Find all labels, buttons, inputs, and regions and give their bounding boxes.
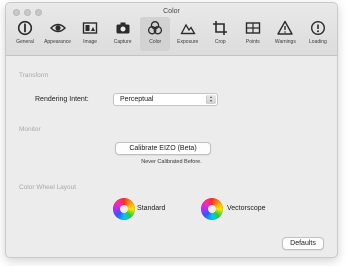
window-title: Color — [163, 8, 180, 15]
tab-color[interactable]: Color — [140, 17, 171, 51]
tab-crop[interactable]: Crop — [205, 17, 235, 51]
calibrate-eizo-button[interactable]: Calibrate EIZO (Beta) — [115, 142, 211, 155]
loading-icon — [310, 20, 325, 36]
tab-appearance[interactable]: Appearance — [43, 17, 73, 51]
warning-icon — [277, 20, 294, 35]
tab-label: Capture — [113, 39, 132, 45]
tab-label: Warnings — [274, 39, 296, 45]
calibration-status: Never Calibrated Before. — [141, 159, 202, 165]
tab-loading[interactable]: Loading — [303, 17, 333, 51]
tab-general[interactable]: General — [10, 17, 40, 51]
section-label-transform: Transform — [19, 72, 49, 79]
vectorscope-color-wheel-icon[interactable] — [201, 198, 223, 220]
tab-label: Points — [245, 39, 260, 45]
standard-option-label[interactable]: Standard — [137, 205, 165, 212]
preferences-toolbar: General Appearance Image Capture Color E… — [6, 17, 337, 53]
tab-warnings[interactable]: Warnings — [270, 17, 300, 51]
tab-label: Exposure — [177, 39, 199, 45]
tab-image[interactable]: Image — [75, 17, 105, 51]
general-icon — [17, 20, 33, 36]
tab-label: Loading — [309, 39, 327, 45]
tab-points[interactable]: Points — [238, 17, 268, 51]
tab-exposure[interactable]: Exposure — [173, 17, 203, 51]
tab-capture[interactable]: Capture — [108, 17, 138, 51]
title-bar: Color General Appearance Image Capture C… — [6, 3, 337, 56]
tab-label: General — [16, 39, 34, 45]
camera-icon — [116, 22, 130, 34]
rendering-intent-select[interactable]: Perceptual — [113, 93, 218, 106]
rendering-intent-label: Rendering Intent: — [35, 96, 89, 103]
standard-color-wheel-icon[interactable] — [113, 198, 135, 220]
exposure-icon — [180, 23, 196, 35]
defaults-button[interactable]: Defaults — [282, 237, 324, 250]
tab-label: Image — [83, 39, 98, 45]
color-icon — [148, 21, 163, 35]
tab-label: Appearance — [44, 39, 72, 45]
rendering-intent-value: Perceptual — [120, 96, 154, 103]
section-label-monitor: Monitor — [19, 126, 41, 133]
tab-label: Crop — [214, 39, 226, 45]
points-icon — [245, 22, 261, 34]
eye-icon — [49, 23, 66, 33]
popup-arrows-icon — [206, 95, 216, 104]
preferences-window: Color General Appearance Image Capture C… — [5, 2, 338, 258]
section-label-color-wheel-layout: Color Wheel Layout — [19, 184, 77, 191]
tab-label: Color — [149, 39, 162, 45]
vectorscope-option-label[interactable]: Vectorscope — [227, 205, 266, 212]
image-icon — [82, 22, 98, 34]
crop-icon — [213, 21, 228, 35]
